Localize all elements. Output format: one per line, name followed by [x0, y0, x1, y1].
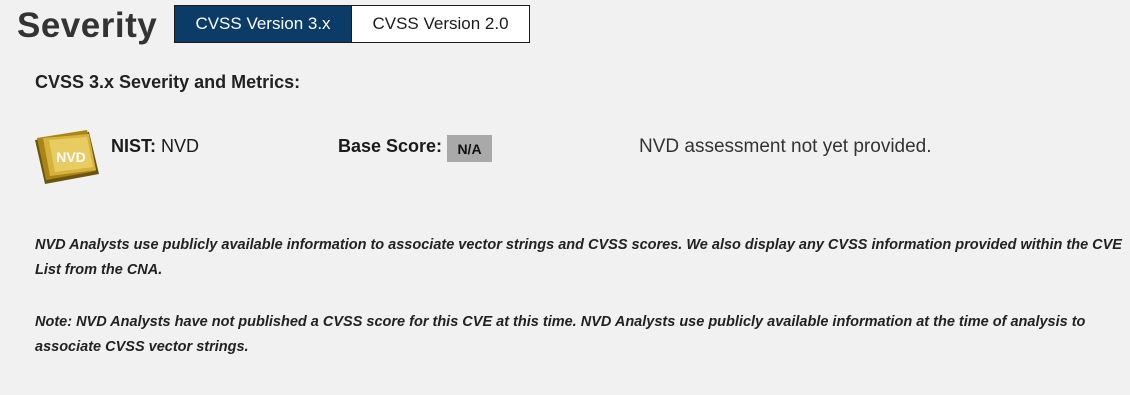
- nvd-logo-icon: NVD: [35, 130, 99, 184]
- source-value: NVD: [161, 136, 200, 156]
- nvd-logo-text: NVD: [56, 149, 86, 165]
- source-label: NIST:: [111, 136, 156, 156]
- page-title: Severity: [17, 6, 158, 45]
- cvss-version-tabs: CVSS Version 3.x CVSS Version 2.0: [174, 5, 530, 43]
- base-score-badge: N/A: [447, 135, 492, 162]
- assessment-status: NVD assessment not yet provided.: [639, 136, 932, 157]
- tab-cvss-3x[interactable]: CVSS Version 3.x: [174, 5, 352, 43]
- tab-cvss-2[interactable]: CVSS Version 2.0: [352, 5, 530, 43]
- section-heading: CVSS 3.x Severity and Metrics:: [35, 72, 301, 92]
- cvss-score-note: Note: NVD Analysts have not published a …: [35, 314, 1086, 355]
- base-score-label: Base Score:: [338, 136, 443, 156]
- analyst-note: NVD Analysts use publicly available info…: [35, 237, 1122, 278]
- source-row: NIST: NVD: [111, 136, 199, 157]
